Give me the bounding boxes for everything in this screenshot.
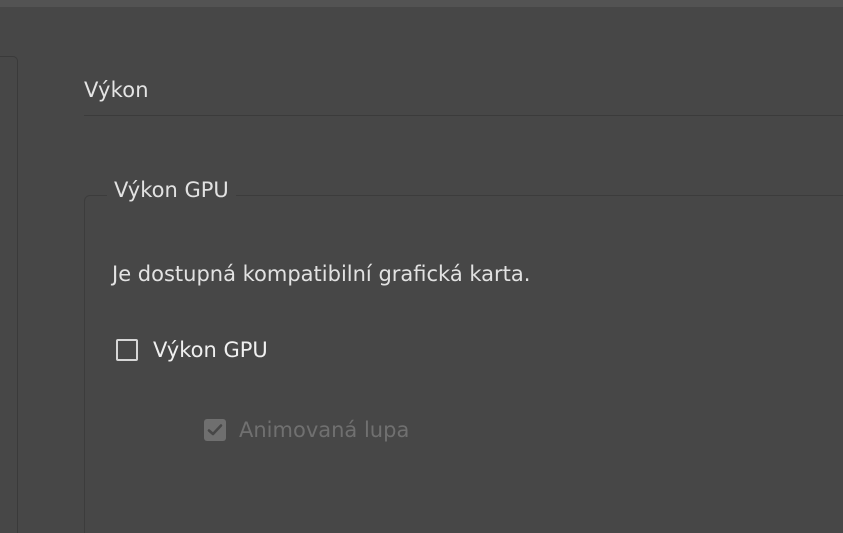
gpu-performance-label[interactable]: Výkon GPU (153, 338, 268, 362)
gpu-performance-option[interactable]: Výkon GPU (116, 338, 268, 362)
animated-zoom-checkbox (204, 419, 226, 441)
gpu-info-text: Je dostupná kompatibilní grafická karta. (112, 262, 531, 286)
gpu-group-box (84, 195, 843, 533)
section-title: Výkon (84, 78, 149, 102)
preferences-panel: Výkon Výkon GPU Je dostupná kompatibilní… (0, 0, 843, 533)
gpu-performance-checkbox[interactable] (116, 339, 138, 361)
sidebar-panel-edge (0, 56, 18, 533)
animated-zoom-option: Animovaná lupa (204, 418, 409, 442)
animated-zoom-label: Animovaná lupa (239, 418, 410, 442)
checkmark-icon (207, 424, 223, 436)
dialog-top-strip (0, 0, 843, 7)
gpu-group-legend: Výkon GPU (107, 178, 236, 202)
section-divider (84, 115, 843, 116)
